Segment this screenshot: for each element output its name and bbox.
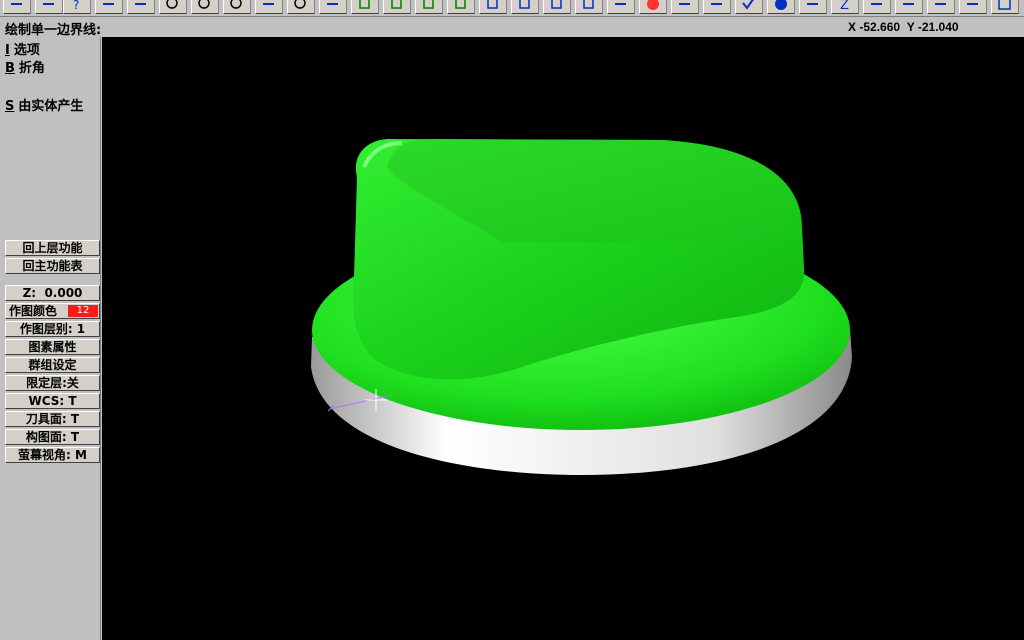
view-front-icon[interactable] xyxy=(383,0,411,14)
select-icon[interactable] xyxy=(127,0,155,14)
arc-icon[interactable] xyxy=(927,0,955,14)
level-button[interactable]: 作图层别: 1 xyxy=(5,321,100,337)
menu-item-label: 由实体产生 xyxy=(18,99,84,114)
menu-hotkey: B xyxy=(5,61,15,76)
checkmark-icon[interactable] xyxy=(735,0,763,14)
pencil-icon[interactable] xyxy=(607,0,635,14)
view-side-icon[interactable] xyxy=(415,0,443,14)
model-render xyxy=(311,139,852,475)
menu-item-options[interactable]: I 选项 xyxy=(5,39,40,58)
point-icon[interactable] xyxy=(895,0,923,14)
pan-icon[interactable] xyxy=(255,0,283,14)
svg-text:?: ? xyxy=(73,0,79,12)
main-toolbar: ? Z xyxy=(0,0,1024,17)
z-depth-button[interactable]: Z: 0.000 xyxy=(5,285,100,301)
back-button[interactable]: 回上层功能 xyxy=(5,240,100,256)
wcs-button[interactable]: WCS: T xyxy=(5,393,100,409)
view-cube-1-icon[interactable] xyxy=(479,0,507,14)
group-button[interactable]: 群组设定 xyxy=(5,357,100,373)
zoom-window-icon[interactable] xyxy=(287,0,315,14)
transform-2-icon[interactable] xyxy=(703,0,731,14)
tool-plane-button[interactable]: 刀具面: T xyxy=(5,411,100,427)
screen-view-button[interactable]: 萤幕视角: M xyxy=(5,447,100,463)
menu-hotkey: I xyxy=(5,43,10,58)
y-coord-value: -21.040 xyxy=(917,20,959,34)
menu-item-label: 选项 xyxy=(13,43,40,58)
limit-level-button[interactable]: 限定层:关 xyxy=(5,375,100,391)
svg-text:Z: Z xyxy=(840,0,849,12)
main-menu-button[interactable]: 回主功能表 xyxy=(5,258,100,274)
zoom-fit-icon[interactable] xyxy=(223,0,251,14)
curve-icon[interactable] xyxy=(959,0,987,14)
y-coord-label: Y xyxy=(906,20,915,34)
zoom-icon[interactable] xyxy=(159,0,187,14)
menu-hotkey: S xyxy=(5,99,15,114)
line-icon[interactable] xyxy=(863,0,891,14)
zoom-out-icon[interactable] xyxy=(191,0,219,14)
construction-plane-button[interactable]: 构图面: T xyxy=(5,429,100,445)
transform-icon[interactable] xyxy=(671,0,699,14)
z-value: 0.000 xyxy=(44,286,83,300)
x-coord-label: X xyxy=(848,20,857,34)
color-swatch: 12 xyxy=(68,305,98,317)
prompt-bar: 绘制单一边界线: X -52.660 Y -21.040 xyxy=(0,17,1024,38)
prompt-text: 绘制单一边界线: xyxy=(5,23,102,38)
z-label: Z: xyxy=(22,286,37,300)
attributes-button[interactable]: 图素属性 xyxy=(5,339,100,355)
menu-item-chamfer[interactable]: B 折角 xyxy=(5,57,45,76)
back-icon[interactable] xyxy=(3,0,31,14)
z-icon[interactable]: Z xyxy=(831,0,859,14)
forward-icon[interactable] xyxy=(35,0,63,14)
save-icon[interactable] xyxy=(95,0,123,14)
menu-item-from-solid[interactable]: S 由实体产生 xyxy=(5,95,83,114)
color-button[interactable]: 作图颜色 12 xyxy=(5,303,100,319)
view-top-icon[interactable] xyxy=(351,0,379,14)
menu-item-label: 折角 xyxy=(18,61,45,76)
layer-icon[interactable] xyxy=(799,0,827,14)
view-cube-4-icon[interactable] xyxy=(575,0,603,14)
view-cube-3-icon[interactable] xyxy=(543,0,571,14)
no-entry-icon[interactable] xyxy=(639,0,667,14)
coordinate-readout: X -52.660 Y -21.040 xyxy=(848,20,959,34)
rectangle-icon[interactable] xyxy=(991,0,1019,14)
view-cube-2-icon[interactable] xyxy=(511,0,539,14)
help-icon[interactable]: ? xyxy=(63,0,91,14)
function-menu: I 选项 B 折角 S 由实体产生 回上层功能 回主功能表 Z: 0.000 作图颜色… xyxy=(0,37,101,640)
sphere-icon[interactable] xyxy=(767,0,795,14)
x-coord-value: -52.660 xyxy=(859,20,901,34)
view-iso-icon[interactable] xyxy=(447,0,475,14)
rotate-icon[interactable] xyxy=(319,0,347,14)
color-label: 作图颜色 xyxy=(9,304,58,318)
graphics-viewport[interactable] xyxy=(102,37,1024,640)
